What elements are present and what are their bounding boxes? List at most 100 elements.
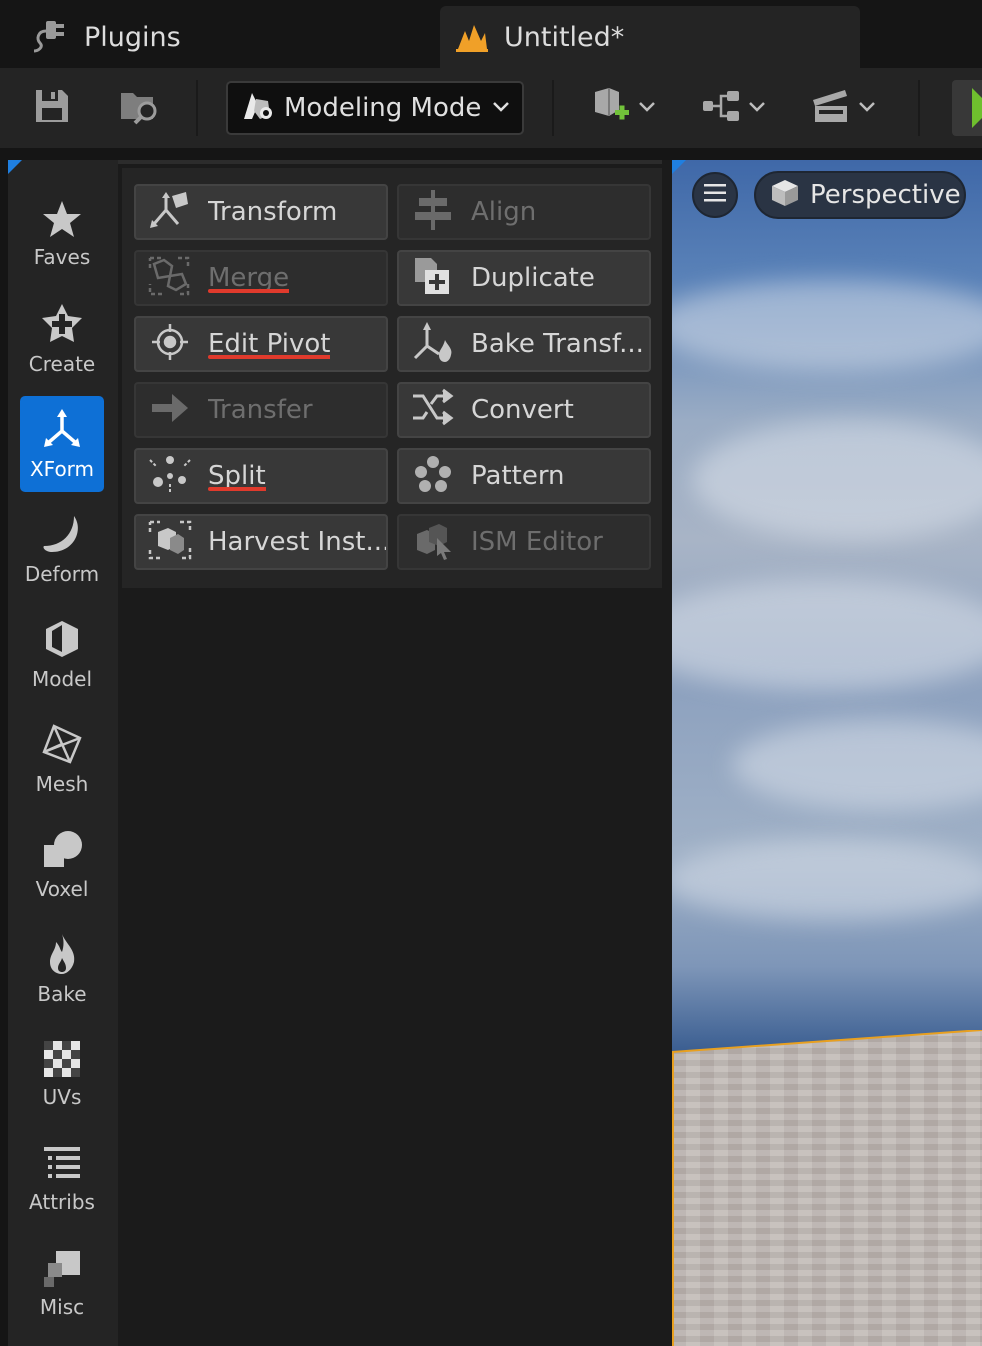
tool-label: Bake Transf... (471, 329, 644, 359)
tool-label: Edit Pivot (208, 329, 331, 359)
tool-merge[interactable]: Merge (134, 250, 388, 306)
category-xform[interactable]: XForm (20, 396, 104, 492)
category-bake[interactable]: Bake (20, 921, 104, 1017)
pivot-target-icon (148, 322, 192, 366)
tool-duplicate[interactable]: Duplicate (397, 250, 651, 306)
category-label: Faves (33, 245, 91, 269)
tab-label: Untitled* (504, 21, 625, 53)
view-mode-dropdown[interactable]: Perspective (754, 171, 966, 219)
title-bar: Plugins Untitled* (0, 0, 982, 68)
tool-split[interactable]: Split (134, 448, 388, 504)
viewport-options-button[interactable] (692, 172, 738, 218)
toolbar-separator (918, 80, 920, 136)
viewport-corner-marker (672, 160, 686, 174)
mode-selector-dropdown[interactable]: Modeling Mode (226, 81, 524, 135)
toolbar-separator (196, 80, 198, 136)
tab-plugins[interactable]: Plugins (0, 6, 440, 68)
arrow-right-icon (148, 388, 192, 432)
bake-flame-icon (40, 932, 84, 982)
bake-transform-icon (411, 322, 455, 366)
tool-align[interactable]: Align (397, 184, 651, 240)
split-icon (148, 454, 192, 498)
mesh-icon (40, 722, 84, 772)
modeling-mode-icon (240, 89, 274, 127)
category-label: Mesh (35, 772, 89, 796)
category-model[interactable]: Model (20, 606, 104, 702)
chevron-down-icon (491, 99, 511, 118)
add-actor-button[interactable] (584, 78, 662, 138)
duplicate-icon (411, 256, 455, 300)
ground-selection-outline (672, 1052, 674, 1346)
category-label: UVs (42, 1085, 82, 1109)
hamburger-icon (704, 183, 726, 207)
tool-label: Merge (208, 263, 290, 293)
category-misc[interactable]: Misc (20, 1236, 104, 1332)
voxel-icon (40, 827, 84, 877)
browse-content-button[interactable] (112, 78, 168, 138)
tab-untitled-level[interactable]: Untitled* (440, 6, 860, 68)
category-label: Model (31, 667, 93, 691)
create-icon (40, 302, 84, 352)
tool-transfer[interactable]: Transfer (134, 382, 388, 438)
category-faves[interactable]: Faves (20, 186, 104, 282)
category-label: Deform (24, 562, 100, 586)
play-button[interactable] (952, 80, 982, 136)
panel-corner-marker (8, 160, 22, 174)
palette-divider (118, 160, 662, 164)
tool-label: Align (471, 197, 537, 227)
save-icon (32, 86, 72, 130)
harvest-instances-icon (148, 520, 192, 564)
save-button[interactable] (24, 78, 80, 138)
tool-edit-pivot[interactable]: Edit Pivot (134, 316, 388, 372)
tool-label: Split (208, 461, 266, 491)
category-voxel[interactable]: Voxel (20, 816, 104, 912)
tool-ism-editor[interactable]: ISM Editor (397, 514, 651, 570)
xform-tool-palette: Transform Align Merge Duplicate Edit Piv… (122, 168, 662, 588)
sky-cloud (672, 280, 982, 370)
category-deform[interactable]: Deform (20, 501, 104, 597)
tool-label: Transform (208, 197, 338, 227)
checker-icon (42, 1039, 82, 1085)
pattern-spheres-icon (411, 454, 455, 498)
misc-icon (42, 1249, 82, 1295)
category-mesh[interactable]: Mesh (20, 711, 104, 807)
deform-icon (40, 512, 84, 562)
cinematics-icon (809, 86, 853, 130)
category-label: Attribs (29, 1190, 95, 1214)
category-label: XForm (29, 457, 95, 481)
tool-label: Duplicate (471, 263, 595, 293)
cube-icon (770, 178, 800, 212)
view-mode-label: Perspective (810, 180, 961, 210)
add-actor-icon (589, 84, 633, 132)
chevron-down-icon (747, 99, 767, 118)
tool-label: Harvest Inst... (208, 527, 386, 557)
toolbar-separator (552, 80, 554, 136)
tool-label: ISM Editor (471, 527, 603, 557)
tool-harvest-instances[interactable]: Harvest Inst... (134, 514, 388, 570)
tool-label: Transfer (208, 395, 313, 425)
merge-icon (148, 256, 192, 300)
blueprint-button[interactable] (694, 78, 772, 138)
tool-transform[interactable]: Transform (134, 184, 388, 240)
category-label: Misc (39, 1295, 85, 1319)
plugin-icon (30, 17, 70, 57)
ism-editor-icon (411, 520, 455, 564)
model-icon (40, 617, 84, 667)
category-label: Voxel (35, 877, 89, 901)
blueprint-icon (699, 88, 743, 128)
tool-pattern[interactable]: Pattern (397, 448, 651, 504)
align-icon (411, 190, 455, 234)
category-attribs[interactable]: Attribs (20, 1131, 104, 1227)
transform-gizmo-icon (148, 190, 192, 234)
level-viewport[interactable]: Perspective (672, 160, 982, 1346)
tool-convert[interactable]: Convert (397, 382, 651, 438)
category-uvs[interactable]: UVs (20, 1026, 104, 1122)
cinematics-button[interactable] (804, 78, 882, 138)
tool-bake-transform[interactable]: Bake Transf... (397, 316, 651, 372)
tool-label: Pattern (471, 461, 565, 491)
category-create[interactable]: Create (20, 291, 104, 387)
sky-cloud (672, 580, 982, 690)
play-icon (952, 88, 982, 140)
list-icon (42, 1144, 82, 1190)
category-label: Bake (37, 982, 87, 1006)
